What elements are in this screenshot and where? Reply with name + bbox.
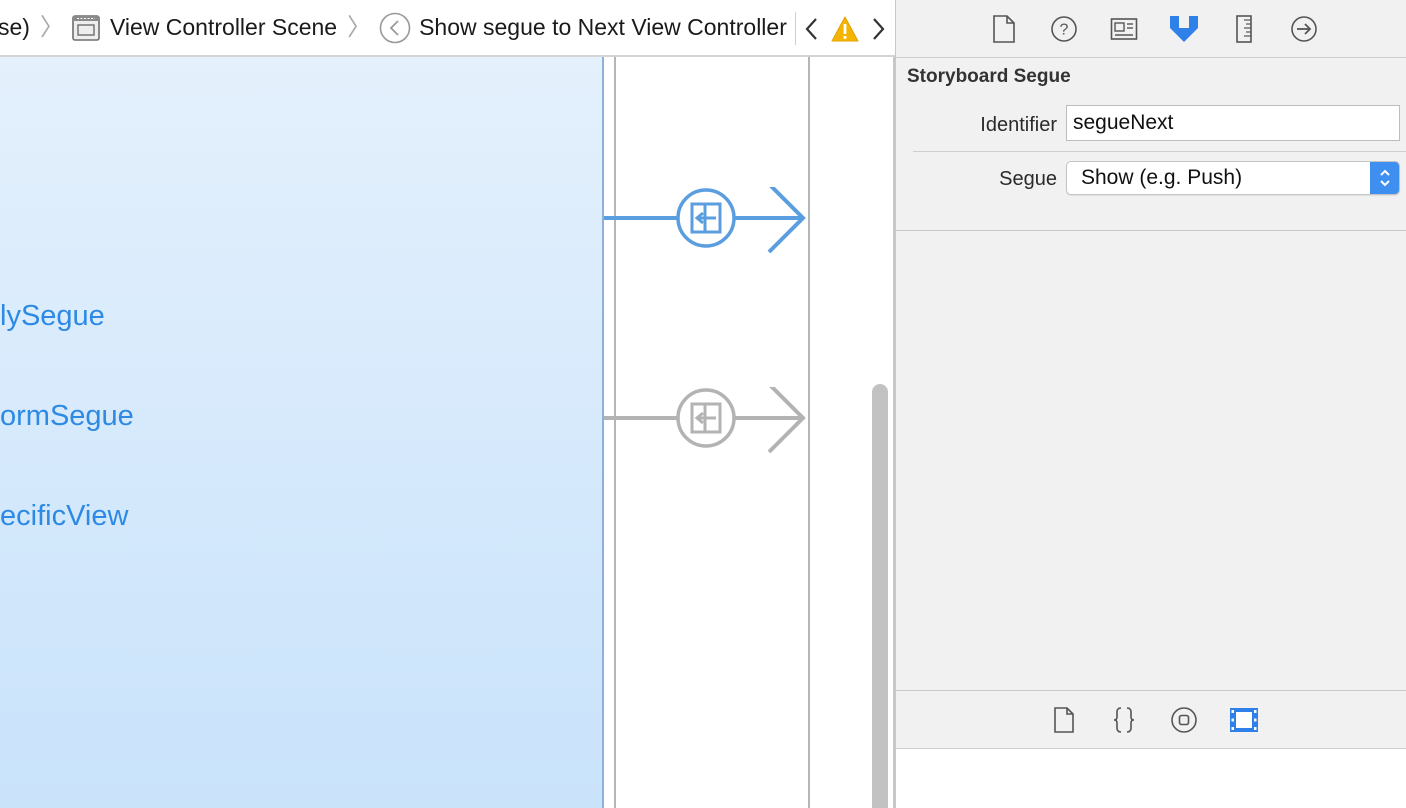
warning-triangle-icon[interactable] <box>830 0 860 57</box>
popup-arrows-icon[interactable] <box>1370 162 1399 194</box>
vertical-scrollbar[interactable] <box>872 384 888 808</box>
media-library-icon[interactable] <box>1229 705 1259 735</box>
section-divider <box>896 230 1406 231</box>
view-controller-outline[interactable]: lySegue ormSegue ecificView <box>0 57 604 808</box>
breadcrumb-scene[interactable]: View Controller Scene <box>110 0 337 55</box>
object-library-icon[interactable] <box>1169 705 1199 735</box>
code-snippet-icon[interactable] <box>1109 705 1139 735</box>
svg-text:?: ? <box>1060 22 1069 39</box>
attributes-inspector-icon[interactable] <box>1167 12 1201 46</box>
file-inspector-icon[interactable] <box>987 12 1021 46</box>
identity-inspector-icon[interactable] <box>1107 12 1141 46</box>
segue-back-circle-icon <box>379 12 419 44</box>
chevron-right-icon[interactable] <box>868 0 890 57</box>
library-selector-bar <box>896 690 1406 749</box>
segue-show[interactable] <box>604 382 814 457</box>
jump-bar: se) 〉 View Controller Scene 〉 Show segue… <box>0 0 895 57</box>
segue-kind-popup[interactable]: Show (e.g. Push) <box>1066 161 1400 195</box>
file-template-icon[interactable] <box>1049 705 1079 735</box>
outlet-item[interactable]: ormSegue <box>0 400 134 433</box>
xcode-storyboard-editor: se) 〉 View Controller Scene 〉 Show segue… <box>0 0 1406 808</box>
library-content[interactable] <box>896 749 1406 808</box>
identifier-field[interactable]: segueNext <box>1066 105 1400 141</box>
utilities-inspector: ? Storyboard Segue Identifier segueNext … <box>895 0 1406 808</box>
chevron-left-icon[interactable] <box>800 0 822 57</box>
segue-show-selected[interactable] <box>604 182 814 257</box>
breadcrumb-chevron-icon: 〉 <box>347 14 372 41</box>
quick-help-icon[interactable]: ? <box>1047 12 1081 46</box>
section-title: Storyboard Segue <box>907 66 1071 87</box>
field-separator <box>913 151 1406 152</box>
breadcrumb-segue[interactable]: Show segue to Next View Controller <box>419 0 787 55</box>
outlet-item[interactable]: lySegue <box>0 300 105 333</box>
segue-kind-value: Show (e.g. Push) <box>1081 166 1243 189</box>
outlet-item[interactable]: ecificView <box>0 500 128 533</box>
view-controller-scene-icon <box>72 14 110 41</box>
size-inspector-icon[interactable] <box>1227 12 1261 46</box>
connections-inspector-icon[interactable] <box>1287 12 1321 46</box>
breadcrumb-partial[interactable]: se) <box>0 0 30 55</box>
library-pane <box>896 690 1406 808</box>
breadcrumb-chevron-icon: 〉 <box>39 14 64 41</box>
identifier-label: Identifier <box>980 114 1057 136</box>
segue-kind-label: Segue <box>999 168 1057 190</box>
inspector-selector-bar: ? <box>896 0 1406 58</box>
storyboard-canvas[interactable]: lySegue ormSegue ecificView <box>0 57 895 808</box>
jump-bar-divider <box>795 12 796 45</box>
